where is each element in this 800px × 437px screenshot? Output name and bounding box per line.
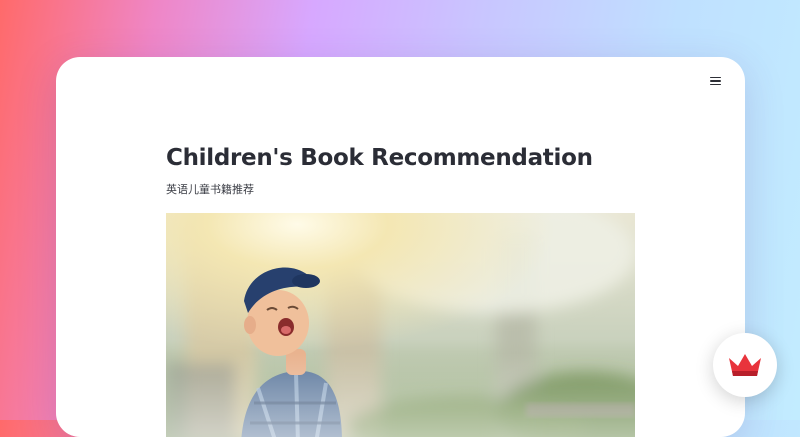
page-title: Children's Book Recommendation — [166, 145, 593, 171]
crown-icon-shape — [729, 354, 761, 376]
laughing-boy-photo — [166, 213, 635, 437]
red-crown-icon[interactable] — [713, 333, 777, 397]
hamburger-menu-icon[interactable] — [707, 73, 723, 89]
page-subtitle: 英语儿童书籍推荐 — [166, 184, 254, 196]
hero-image — [166, 213, 635, 437]
article-card: Children's Book Recommendation 英语儿童书籍推荐 — [56, 57, 745, 437]
article-header: Children's Book Recommendation 英语儿童书籍推荐 — [166, 143, 636, 197]
